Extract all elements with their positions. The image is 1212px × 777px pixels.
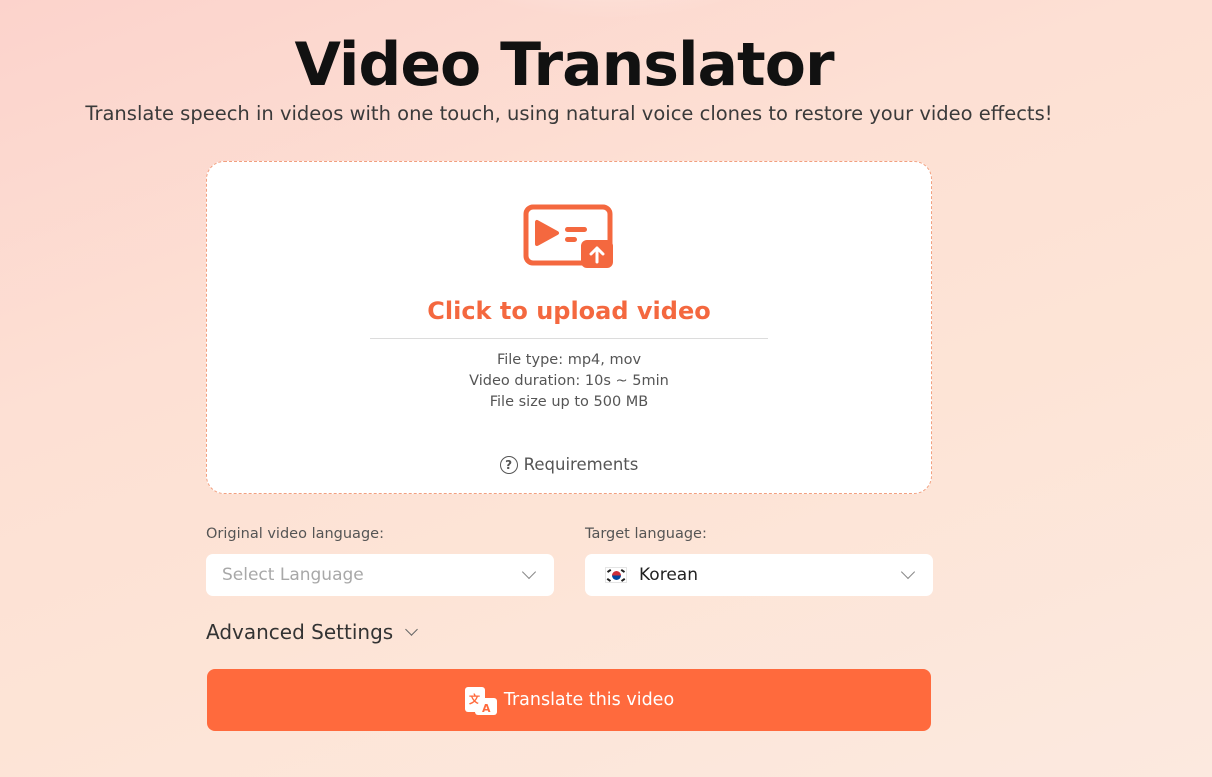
- original-language-placeholder: Select Language: [222, 565, 364, 585]
- duration-text: Video duration: 10s ~ 5min: [469, 373, 669, 389]
- upload-divider: [370, 338, 768, 339]
- upload-dropzone[interactable]: Click to upload video File type: mp4, mo…: [206, 161, 932, 494]
- file-size-text: File size up to 500 MB: [489, 394, 649, 410]
- page-subtitle: Translate speech in videos with one touc…: [85, 102, 1053, 125]
- target-language-label: Target language:: [585, 526, 707, 542]
- help-circle-icon: ?: [499, 455, 518, 474]
- upload-title[interactable]: Click to upload video: [207, 297, 931, 325]
- svg-text:A: A: [482, 702, 491, 715]
- target-language-value: Korean: [639, 565, 698, 585]
- chevron-down-icon: [521, 564, 537, 580]
- south-korea-flag-icon: [605, 567, 627, 583]
- requirements-link[interactable]: ? Requirements: [207, 455, 931, 474]
- chevron-down-icon: [900, 564, 916, 580]
- page-title: Video Translator: [294, 30, 834, 100]
- translate-video-button[interactable]: 文 A Translate this video: [207, 669, 931, 731]
- advanced-settings-label: Advanced Settings: [206, 620, 394, 644]
- upload-info: File type: mp4, mov Video duration: 10s …: [207, 350, 931, 413]
- target-language-select[interactable]: Korean: [585, 554, 933, 596]
- chevron-down-icon: [405, 622, 419, 636]
- video-upload-icon: [523, 204, 613, 268]
- translate-video-label: Translate this video: [503, 690, 675, 710]
- file-type-text: File type: mp4, mov: [496, 352, 642, 368]
- original-language-label: Original video language:: [206, 526, 384, 542]
- advanced-settings-toggle[interactable]: Advanced Settings: [206, 620, 419, 644]
- translate-icon: 文 A: [464, 687, 497, 715]
- requirements-label: Requirements: [523, 455, 639, 474]
- original-language-select[interactable]: Select Language: [206, 554, 554, 596]
- background-glow: [420, 0, 800, 20]
